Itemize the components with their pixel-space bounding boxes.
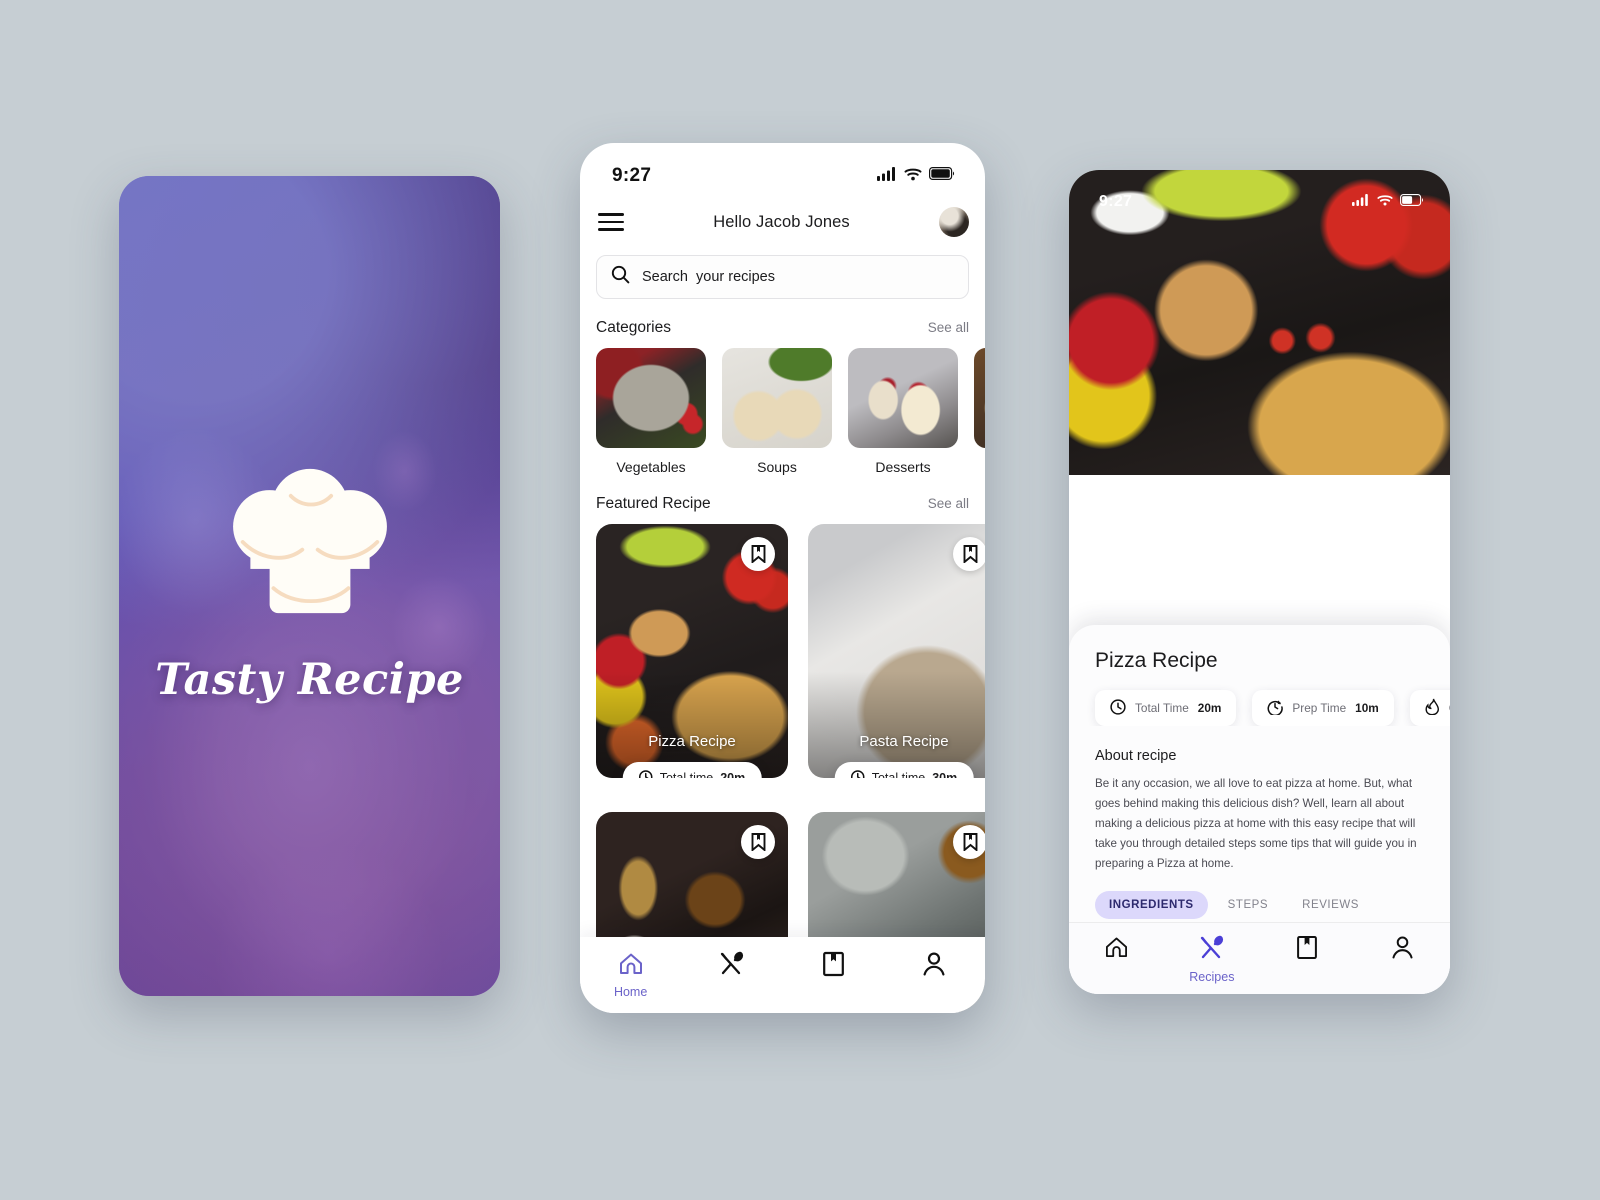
recipe-time-label: Total time xyxy=(659,771,714,778)
about-recipe-heading: About recipe xyxy=(1095,748,1177,764)
chef-hat-icon xyxy=(213,467,407,617)
user-avatar[interactable] xyxy=(939,207,969,237)
person-icon xyxy=(922,951,946,982)
recipe-card-pasta[interactable]: Pasta Recipe Total time 30m xyxy=(808,524,985,778)
nav-item-profile[interactable] xyxy=(1367,935,1437,969)
nav-item-home[interactable] xyxy=(1082,935,1152,968)
recipe-name: Pasta Recipe xyxy=(859,733,949,750)
nav-item-recipes[interactable] xyxy=(697,951,767,986)
nav-item-home[interactable]: Home xyxy=(596,951,666,999)
status-bar: 9:27 xyxy=(580,143,985,195)
recipe-hero-image: 9:27 xyxy=(1069,170,1450,475)
categories-see-all-link[interactable]: See all xyxy=(928,320,969,335)
recipe-time-pill: Total time 30m xyxy=(834,762,974,778)
meta-chip-total-time: Total Time 20m xyxy=(1095,690,1237,726)
wifi-icon xyxy=(904,167,922,186)
search-icon xyxy=(611,265,630,289)
person-icon xyxy=(1391,935,1414,965)
battery-icon xyxy=(1400,193,1424,211)
featured-section-header: Featured Recipe See all xyxy=(580,475,985,524)
page-title: Pizza Recipe xyxy=(1095,649,1218,672)
wifi-icon xyxy=(1377,193,1393,211)
greeting-text: Hello Jacob Jones xyxy=(713,212,850,231)
featured-title: Featured Recipe xyxy=(596,495,711,512)
category-label: Soups xyxy=(757,459,797,475)
meta-chip-label: Calories xyxy=(1449,701,1450,715)
categories-title: Categories xyxy=(596,319,671,336)
bookmark-icon[interactable] xyxy=(953,537,985,571)
status-bar: 9:27 xyxy=(1069,170,1450,220)
category-card-vegetables[interactable]: Vegetables xyxy=(596,348,706,475)
tab-reviews[interactable]: REVIEWS xyxy=(1288,891,1373,919)
recipe-meta-chips: Total Time 20m Prep Time 10m Calories 74… xyxy=(1069,673,1450,726)
nav-label: Home xyxy=(613,985,648,999)
home-icon xyxy=(618,951,644,981)
categories-strip[interactable]: Vegetables Soups Desserts xyxy=(580,348,985,475)
category-label: Desserts xyxy=(875,459,931,475)
timer-icon xyxy=(1267,699,1284,718)
meta-chip-label: Total Time xyxy=(1135,701,1189,715)
splash-screen: Tasty Recipe xyxy=(119,176,500,996)
recipe-time-value: 30m xyxy=(932,771,958,778)
recipe-time-label: Total time xyxy=(871,771,926,778)
meta-chip-label: Prep Time xyxy=(1292,701,1347,715)
cellular-signal-icon xyxy=(877,166,897,186)
nav-item-saved[interactable] xyxy=(1272,935,1342,969)
cutlery-icon xyxy=(718,951,745,982)
cutlery-icon xyxy=(1198,935,1225,966)
tab-steps[interactable]: STEPS xyxy=(1214,891,1282,919)
bookmark-icon[interactable] xyxy=(953,825,985,859)
featured-see-all-link[interactable]: See all xyxy=(928,496,969,511)
brand-title: Tasty Recipe xyxy=(155,655,464,705)
recipe-detail-screen: 9:27 Pizza Recipe Total Time 20m Prep Ti… xyxy=(1069,170,1450,994)
hamburger-menu-icon[interactable] xyxy=(598,213,624,231)
recipe-name: Pizza Recipe xyxy=(648,733,736,750)
category-label: Vegetables xyxy=(616,459,686,475)
tab-ingredients[interactable]: INGREDIENTS xyxy=(1095,890,1208,919)
battery-icon xyxy=(929,167,955,185)
cellular-signal-icon xyxy=(1352,193,1370,211)
category-thumbnail xyxy=(848,348,958,448)
home-icon xyxy=(1104,935,1129,964)
bookmark-icon[interactable] xyxy=(741,537,775,571)
meta-chip-prep-time: Prep Time 10m xyxy=(1252,690,1394,726)
nav-label: Recipes xyxy=(1189,970,1235,984)
recipe-detail-sheet: Pizza Recipe Total Time 20m Prep Time 10… xyxy=(1069,625,1450,994)
nav-item-profile[interactable] xyxy=(899,951,969,986)
category-card-desserts[interactable]: Desserts xyxy=(848,348,958,475)
search-bar[interactable] xyxy=(596,255,969,299)
clock-icon xyxy=(1110,698,1126,718)
recipe-card-pizza[interactable]: Pizza Recipe Total time 20m xyxy=(596,524,788,778)
category-card-soups[interactable]: Soups xyxy=(722,348,832,475)
nav-item-saved[interactable] xyxy=(798,951,868,986)
app-bar: Hello Jacob Jones xyxy=(580,195,985,249)
bookmark-icon[interactable] xyxy=(741,825,775,859)
recipe-time-value: 20m xyxy=(720,771,746,778)
bookmark-icon xyxy=(822,951,845,982)
nav-item-recipes[interactable]: Recipes xyxy=(1177,935,1247,984)
status-bar-clock: 9:27 xyxy=(612,165,652,186)
category-thumbnail xyxy=(974,348,985,448)
featured-recipes-row: Pizza Recipe Total time 20m Pasta Recipe… xyxy=(580,524,985,778)
detail-tabs: INGREDIENTS STEPS REVIEWS xyxy=(1069,874,1450,919)
category-card-partial[interactable] xyxy=(974,348,985,475)
meta-chip-value: 20m xyxy=(1197,701,1222,715)
clock-icon xyxy=(850,769,865,778)
meta-chip-value: 10m xyxy=(1355,701,1379,715)
about-recipe-body: Be it any occasion, we all love to eat p… xyxy=(1095,777,1417,870)
recipe-time-pill: Total time 20m xyxy=(622,762,762,778)
home-screen: 9:27 Hello Jacob Jones Search your recip… xyxy=(580,143,985,1013)
bookmark-icon xyxy=(1296,935,1318,965)
clock-icon xyxy=(638,769,653,778)
categories-section-header: Categories See all xyxy=(580,299,985,348)
meta-chip-calories: Calories 744 xyxy=(1409,690,1450,726)
status-bar-clock: 9:27 xyxy=(1099,193,1133,210)
category-thumbnail xyxy=(596,348,706,448)
bottom-navigation: Recipes xyxy=(1069,922,1450,994)
flame-icon xyxy=(1425,698,1440,718)
category-thumbnail xyxy=(722,348,832,448)
search-input[interactable] xyxy=(642,269,954,285)
bottom-navigation: Home xyxy=(580,937,985,1013)
screenshot-canvas: Tasty Recipe 9:27 Hello Jacob Jones Sear… xyxy=(0,0,1600,1200)
